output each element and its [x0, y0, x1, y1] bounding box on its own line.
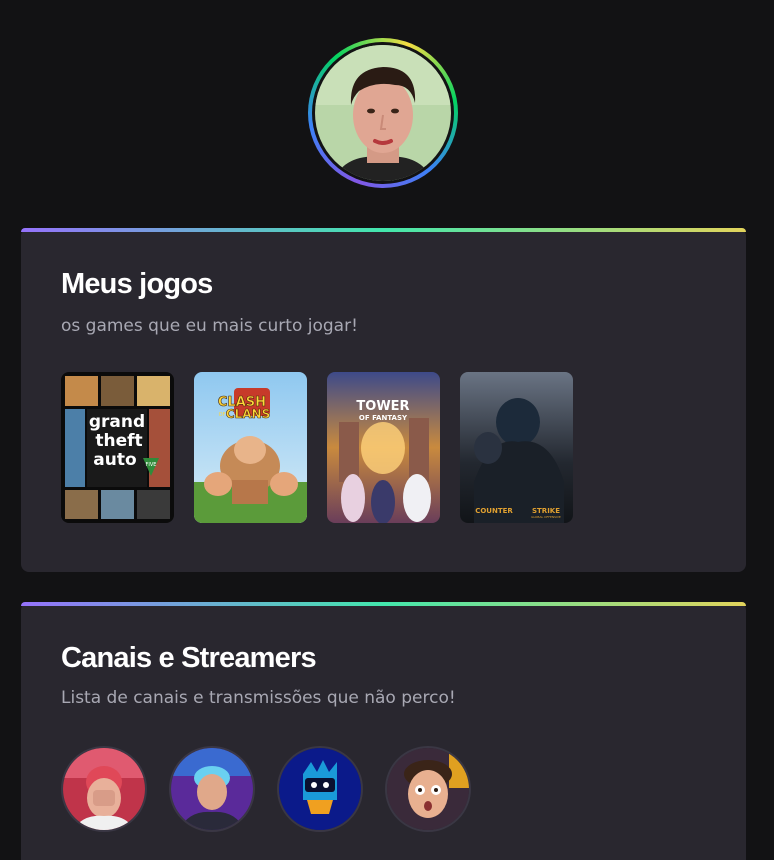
games-section-subtitle: os games que eu mais curto jogar!: [61, 316, 358, 336]
channel-avatar-2[interactable]: [169, 746, 255, 832]
cs-line-2: STRIKE: [532, 507, 560, 515]
cs-small: GLOBAL OFFENSIVE: [531, 515, 561, 519]
game-cover-tower-of-fantasy[interactable]: TOWER OF FANTASY: [327, 372, 440, 523]
streams-section-subtitle: Lista de canais e transmissões que não p…: [61, 688, 456, 708]
tof-line-1: TOWER: [356, 399, 409, 414]
game-list: grand theft auto FIVE CLASH OF CLANS TOW…: [61, 372, 573, 523]
coc-line-2: CLANS: [226, 407, 270, 421]
profile-photo: [315, 45, 451, 181]
tof-line-2: OF FANTASY: [359, 414, 408, 422]
channel-avatar-3[interactable]: [277, 746, 363, 832]
channel-list: [61, 746, 471, 832]
gta-badge: FIVE: [146, 462, 157, 468]
gta-line-1: grand: [89, 412, 145, 432]
channel-avatar-1[interactable]: [61, 746, 147, 832]
coc-small: OF: [219, 412, 226, 418]
games-section-title: Meus jogos: [61, 268, 213, 300]
game-cover-gta-v[interactable]: grand theft auto FIVE: [61, 372, 174, 523]
streams-section-title: Canais e Streamers: [61, 642, 317, 674]
streams-section: Canais e Streamers Lista de canais e tra…: [21, 602, 746, 860]
cs-line-1: COUNTER: [475, 507, 513, 515]
gta-line-3: auto: [93, 450, 136, 470]
profile-avatar: [308, 38, 458, 188]
game-cover-clash-of-clans[interactable]: CLASH OF CLANS: [194, 372, 307, 523]
profile-page: Meus jogos os games que eu mais curto jo…: [0, 0, 774, 860]
channel-avatar-4[interactable]: [385, 746, 471, 832]
game-cover-counter-strike[interactable]: COUNTER STRIKE GLOBAL OFFENSIVE: [460, 372, 573, 523]
gta-line-2: theft: [95, 431, 142, 451]
games-section: Meus jogos os games que eu mais curto jo…: [21, 228, 746, 572]
